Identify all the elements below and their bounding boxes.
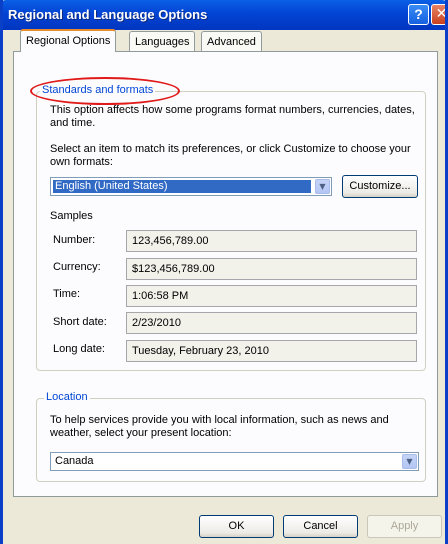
- sample-number-value: 123,456,789.00: [126, 230, 417, 252]
- tab-label: Regional Options: [26, 35, 111, 47]
- apply-button: Apply: [367, 515, 442, 538]
- format-select-value: English (United States): [53, 180, 311, 193]
- chevron-down-icon[interactable]: ▼: [315, 179, 330, 194]
- tab-label: Advanced: [207, 36, 256, 48]
- sample-short-date-value: 2/23/2010: [126, 312, 417, 334]
- sample-label-long-date: Long date:: [53, 343, 105, 355]
- sample-label-number: Number:: [53, 234, 96, 246]
- location-legend: Location: [44, 391, 90, 403]
- close-icon: ✕: [435, 6, 448, 22]
- help-button[interactable]: ?: [408, 4, 429, 25]
- dialog-window: Regional and Language Options ? ✕ Region…: [0, 0, 448, 544]
- close-button[interactable]: ✕: [431, 4, 448, 25]
- location-select-value: Canada: [55, 455, 94, 467]
- standards-legend: Standards and formats: [40, 84, 156, 96]
- cancel-button[interactable]: Cancel: [283, 515, 358, 538]
- chevron-down-icon[interactable]: ▼: [402, 454, 417, 469]
- location-description: To help services provide you with local …: [50, 414, 389, 439]
- tab-languages[interactable]: Languages: [129, 31, 196, 51]
- tab-advanced[interactable]: Advanced: [201, 31, 262, 51]
- samples-heading: Samples: [50, 210, 93, 222]
- window-title: Regional and Language Options: [8, 7, 208, 22]
- tab-label: Languages: [135, 36, 190, 48]
- sample-currency-value: $123,456,789.00: [126, 258, 417, 280]
- sample-label-short-date: Short date:: [53, 316, 107, 328]
- sample-label-currency: Currency:: [53, 261, 101, 273]
- standards-description: This option affects how some programs fo…: [50, 104, 415, 129]
- sample-label-time: Time:: [53, 288, 81, 300]
- title-bar[interactable]: Regional and Language Options ? ✕: [3, 0, 448, 30]
- customize-button[interactable]: Customize...: [342, 175, 418, 198]
- tab-regional-options[interactable]: Regional Options: [20, 29, 117, 52]
- sample-long-date-value: Tuesday, February 23, 2010: [126, 340, 417, 362]
- format-select[interactable]: English (United States) ▼: [50, 177, 332, 196]
- ok-button[interactable]: OK: [199, 515, 274, 538]
- sample-time-value: 1:06:58 PM: [126, 285, 417, 307]
- standards-instruction: Select an item to match its preferences,…: [50, 143, 411, 168]
- help-icon: ?: [414, 6, 423, 22]
- location-select[interactable]: Canada ▼: [50, 452, 419, 471]
